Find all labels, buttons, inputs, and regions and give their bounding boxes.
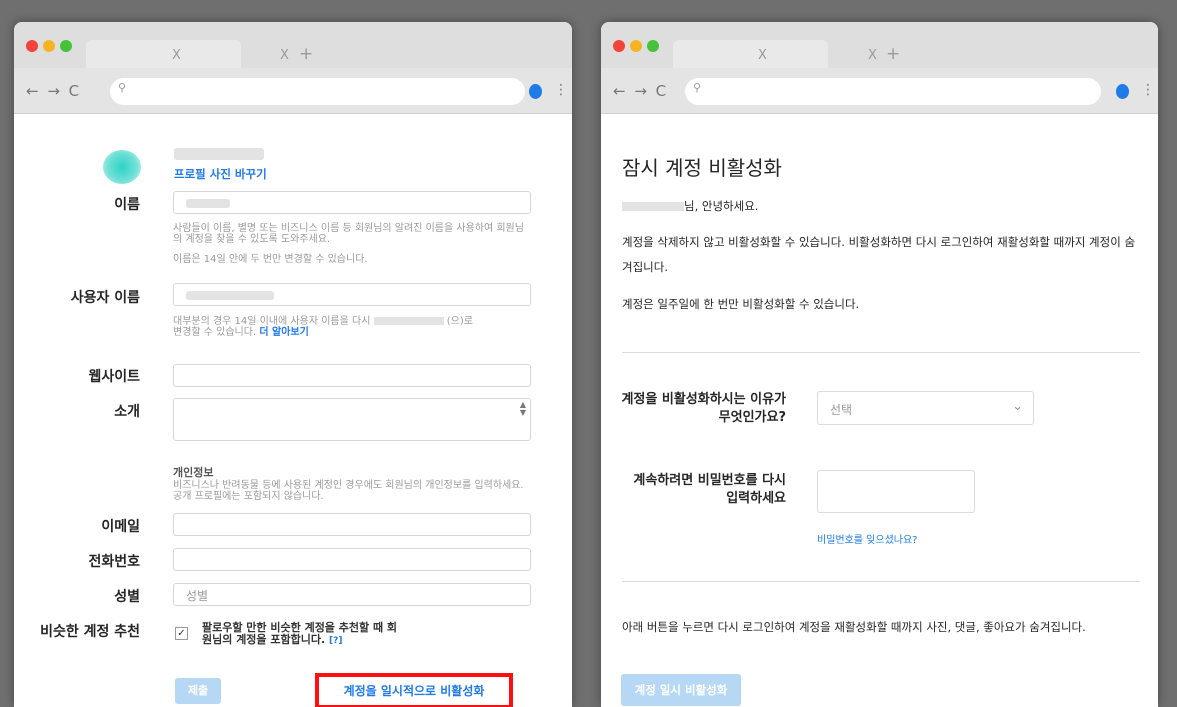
browser-tab[interactable] xyxy=(673,40,828,68)
username-input[interactable] xyxy=(173,283,531,306)
deactivate-limit-note: 계정은 일주일에 한 번만 비활성화할 수 있습니다. xyxy=(622,297,860,311)
suggestions-label: 비슷한 계정 추천 xyxy=(40,624,140,640)
suggestions-checkbox[interactable]: ✓ xyxy=(175,627,188,640)
deactivate-explanation: 계정을 삭제하지 않고 비활성화할 수 있습니다. 비활성화하면 다시 로그인하… xyxy=(622,235,1136,274)
username-redacted xyxy=(622,202,684,211)
maximize-window-icon[interactable] xyxy=(60,40,72,52)
name-input[interactable] xyxy=(173,191,531,214)
submit-button[interactable]: 제출 xyxy=(175,678,221,704)
page-title: 잠시 계정 비활성화 xyxy=(622,156,782,180)
maximize-window-icon[interactable] xyxy=(647,40,659,52)
suggestions-help-link[interactable]: [?] xyxy=(329,636,342,646)
window-controls xyxy=(26,40,72,52)
divider xyxy=(622,581,1140,582)
name-value xyxy=(186,199,230,208)
tab-close-icon[interactable]: X xyxy=(280,48,289,63)
new-tab-icon[interactable]: + xyxy=(886,44,900,64)
chevron-down-icon: ⌄ xyxy=(1012,399,1023,414)
password-input[interactable] xyxy=(817,470,975,513)
profile-icon[interactable] xyxy=(529,84,542,99)
bio-textarea[interactable]: ▲ ▼ xyxy=(173,398,531,441)
minimize-window-icon[interactable] xyxy=(43,40,55,52)
username-help: 대부분의 경우 14일 이내에 사용자 이름을 다시 (으)로 변경할 수 있습… xyxy=(173,316,533,338)
browser-tab-strip: X X + xyxy=(14,22,572,68)
gender-label: 성별 xyxy=(114,589,140,605)
window-controls xyxy=(613,40,659,52)
deactivate-warning: 아래 버튼을 누르면 다시 로그인하여 계정을 재활성화할 때까지 사진, 댓글… xyxy=(622,620,1086,634)
name-label: 이름 xyxy=(114,197,140,213)
browser-toolbar: ← → C ⚲ ⋮ xyxy=(14,68,572,114)
new-tab-icon[interactable]: + xyxy=(299,44,313,64)
minimize-window-icon[interactable] xyxy=(630,40,642,52)
menu-icon[interactable]: ⋮ xyxy=(554,82,568,98)
deactivate-account-button[interactable]: 계정 일시 비활성화 xyxy=(621,674,741,706)
greeting: 님, 안녕하세요. xyxy=(622,194,758,219)
browser-toolbar: ← → C ⚲ ⋮ xyxy=(601,68,1158,114)
search-icon: ⚲ xyxy=(693,81,702,94)
suggestions-text: 팔로우할 만한 비슷한 계정을 추천할 때 회원님의 계정을 포함합니다. [?… xyxy=(202,622,402,647)
greeting-text: 님, 안녕하세요. xyxy=(684,199,759,213)
password-label: 계속하려면 비밀번호를 다시 입력하세요 xyxy=(633,473,786,506)
username-help-text: 대부분의 경우 14일 이내에 사용자 이름을 다시 xyxy=(173,316,371,327)
reason-select[interactable]: 선택 ⌄ xyxy=(817,391,1034,425)
scroll-arrows-icon[interactable]: ▲ ▼ xyxy=(520,401,526,417)
username-help-text-2: 변경할 수 있습니다. xyxy=(173,327,257,338)
browser-window-deactivate: X X + ← → C ⚲ ⋮ 잠시 계정 비활성화 님, 안녕하세요. 계정을… xyxy=(601,22,1158,707)
divider xyxy=(622,352,1140,353)
website-input[interactable] xyxy=(173,364,531,387)
change-photo-link[interactable]: 프로필 사진 바꾸기 xyxy=(174,166,267,182)
reason-label: 계정을 비활성화하시는 이유가 무엇인가요? xyxy=(621,392,786,425)
learn-more-link[interactable]: 더 알아보기 xyxy=(259,327,308,338)
nav-buttons[interactable]: ← → C xyxy=(26,82,81,100)
reason-select-value: 선택 xyxy=(830,403,853,417)
tab-close-icon[interactable]: X xyxy=(868,48,877,63)
close-window-icon[interactable] xyxy=(613,40,625,52)
username-value xyxy=(186,291,274,300)
name-limit-note: 이름은 14일 안에 두 번만 변경할 수 있습니다. xyxy=(173,254,368,265)
browser-window-edit-profile: X X + ← → C ⚲ ⋮ 프로필 사진 바꾸기 이름 사람들이 이름, 별… xyxy=(14,22,572,707)
address-bar[interactable]: ⚲ xyxy=(685,78,1101,105)
tab-close-icon[interactable]: X xyxy=(172,48,181,63)
search-icon: ⚲ xyxy=(118,81,127,94)
personal-info-help: 비즈니스나 반려동물 등에 사용된 계정인 경우에도 회원님의 개인정보를 입력… xyxy=(173,480,524,502)
close-window-icon[interactable] xyxy=(26,40,38,52)
nav-buttons[interactable]: ← → C xyxy=(613,82,668,100)
browser-tab[interactable] xyxy=(86,40,241,68)
profile-icon[interactable] xyxy=(1116,84,1129,99)
forgot-password-link[interactable]: 비밀번호를 잊으셨나요? xyxy=(817,531,918,546)
deactivate-account-link[interactable]: 계정을 일시적으로 비활성화 xyxy=(315,673,513,707)
phone-input[interactable] xyxy=(173,548,531,571)
bio-label: 소개 xyxy=(114,404,140,420)
personal-info-title: 개인정보 xyxy=(173,466,214,479)
address-bar[interactable]: ⚲ xyxy=(110,78,525,105)
username-help-suffix: (으)로 xyxy=(446,316,473,327)
username-label: 사용자 이름 xyxy=(70,290,140,306)
tab-close-icon[interactable]: X xyxy=(758,48,767,63)
gender-input[interactable]: 성별 xyxy=(173,583,531,606)
email-label: 이메일 xyxy=(101,519,140,535)
deactivate-account-page: 잠시 계정 비활성화 님, 안녕하세요. 계정을 삭제하지 않고 비활성화할 수… xyxy=(601,114,1158,707)
edit-profile-form: 프로필 사진 바꾸기 이름 사람들이 이름, 별명 또는 비즈니스 이름 등 회… xyxy=(14,114,572,707)
phone-label: 전화번호 xyxy=(88,554,140,570)
username-redacted xyxy=(373,317,444,325)
name-help: 사람들이 이름, 별명 또는 비즈니스 이름 등 회원님의 알려진 이름을 사용… xyxy=(173,223,524,245)
username-display xyxy=(174,148,264,160)
browser-tab-strip: X X + xyxy=(601,22,1158,68)
website-label: 웹사이트 xyxy=(88,369,140,385)
suggestions-description: 팔로우할 만한 비슷한 계정을 추천할 때 회원님의 계정을 포함합니다. xyxy=(202,621,398,646)
gender-placeholder: 성별 xyxy=(186,589,209,603)
menu-icon[interactable]: ⋮ xyxy=(1141,82,1155,98)
avatar[interactable] xyxy=(103,150,141,184)
email-input[interactable] xyxy=(173,513,531,536)
